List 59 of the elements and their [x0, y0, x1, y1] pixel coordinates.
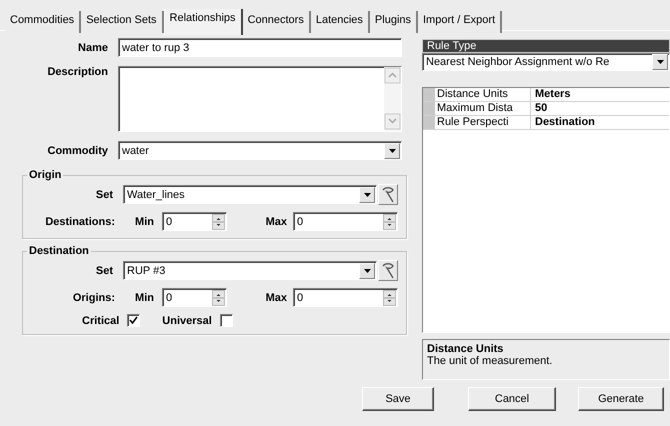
tab[interactable]: Import / Export	[418, 11, 502, 33]
property-name[interactable]: Maximum Dista	[435, 102, 531, 116]
spinner-arrows-icon[interactable]	[212, 290, 225, 306]
field-label: Min	[134, 292, 154, 304]
tab[interactable]: Latencies	[310, 11, 370, 33]
field-label: Min	[134, 216, 154, 228]
field-label: Name	[77, 42, 108, 54]
pin-icon	[381, 262, 395, 278]
tab[interactable]: Relationships	[164, 9, 243, 35]
property-value[interactable]: Destination	[531, 116, 595, 130]
rule-type-dropdown[interactable]: Nearest Neighbor Assignment w/o Re	[422, 53, 670, 72]
min-spinner[interactable]: 0	[162, 212, 227, 231]
field-label: Max	[264, 216, 287, 228]
picker-button[interactable]	[378, 260, 398, 281]
rule-type-header: Rule Type	[422, 39, 670, 53]
max-spinner[interactable]: 0	[293, 212, 398, 231]
caret-icon	[656, 60, 664, 64]
group-title: Origin	[28, 169, 62, 181]
field-label: Max	[264, 292, 287, 304]
scrollbar[interactable]	[384, 67, 401, 131]
field-label: Set	[94, 264, 113, 276]
checkbox-label: Universal	[162, 314, 212, 326]
property-value[interactable]: 50	[531, 102, 548, 116]
field-label: Destinations:	[44, 216, 115, 228]
name-field[interactable]: water to rup 3	[118, 38, 402, 57]
max-spinner[interactable]: 0	[293, 288, 398, 307]
spinner-arrows-icon[interactable]	[212, 214, 225, 230]
field-label: Commodity	[46, 144, 108, 156]
picker-button[interactable]	[378, 184, 398, 205]
property-value[interactable]: Meters	[531, 88, 570, 102]
set-dropdown[interactable]: Water_lines	[123, 185, 377, 204]
spinner-arrows-icon[interactable]	[383, 214, 396, 230]
caret-icon	[364, 268, 370, 272]
field-label: Set	[94, 188, 113, 200]
tab[interactable]: Plugins	[370, 11, 418, 33]
caret-icon	[388, 148, 396, 152]
set-dropdown[interactable]: RUP #3	[123, 261, 377, 280]
help-title: Distance Units	[427, 343, 504, 356]
action-button[interactable]: Save	[362, 387, 434, 411]
tab[interactable]: Connectors	[242, 11, 311, 33]
min-spinner[interactable]: 0	[162, 288, 227, 307]
commodity-dropdown[interactable]: water	[118, 141, 402, 160]
caret-icon	[364, 192, 370, 196]
action-button[interactable]: Generate	[578, 387, 664, 411]
field-label: Description	[46, 66, 108, 78]
field-label: Origins:	[72, 292, 115, 304]
tab[interactable]: Commodities	[5, 11, 82, 33]
spinner-arrows-icon[interactable]	[383, 290, 396, 306]
checkbox-label: Critical	[82, 314, 120, 326]
property-name[interactable]: Rule Perspecti	[435, 116, 531, 130]
property-name[interactable]: Distance Units	[435, 88, 531, 102]
action-button[interactable]: Cancel	[468, 387, 556, 411]
tab[interactable]: Selection Sets	[81, 11, 164, 33]
description-field[interactable]	[118, 66, 402, 132]
checkbox[interactable]	[220, 314, 233, 327]
pin-icon	[381, 186, 395, 202]
group-title: Destination	[28, 245, 90, 257]
help-text: The unit of measurement.	[427, 355, 554, 368]
checkbox[interactable]	[127, 314, 140, 327]
